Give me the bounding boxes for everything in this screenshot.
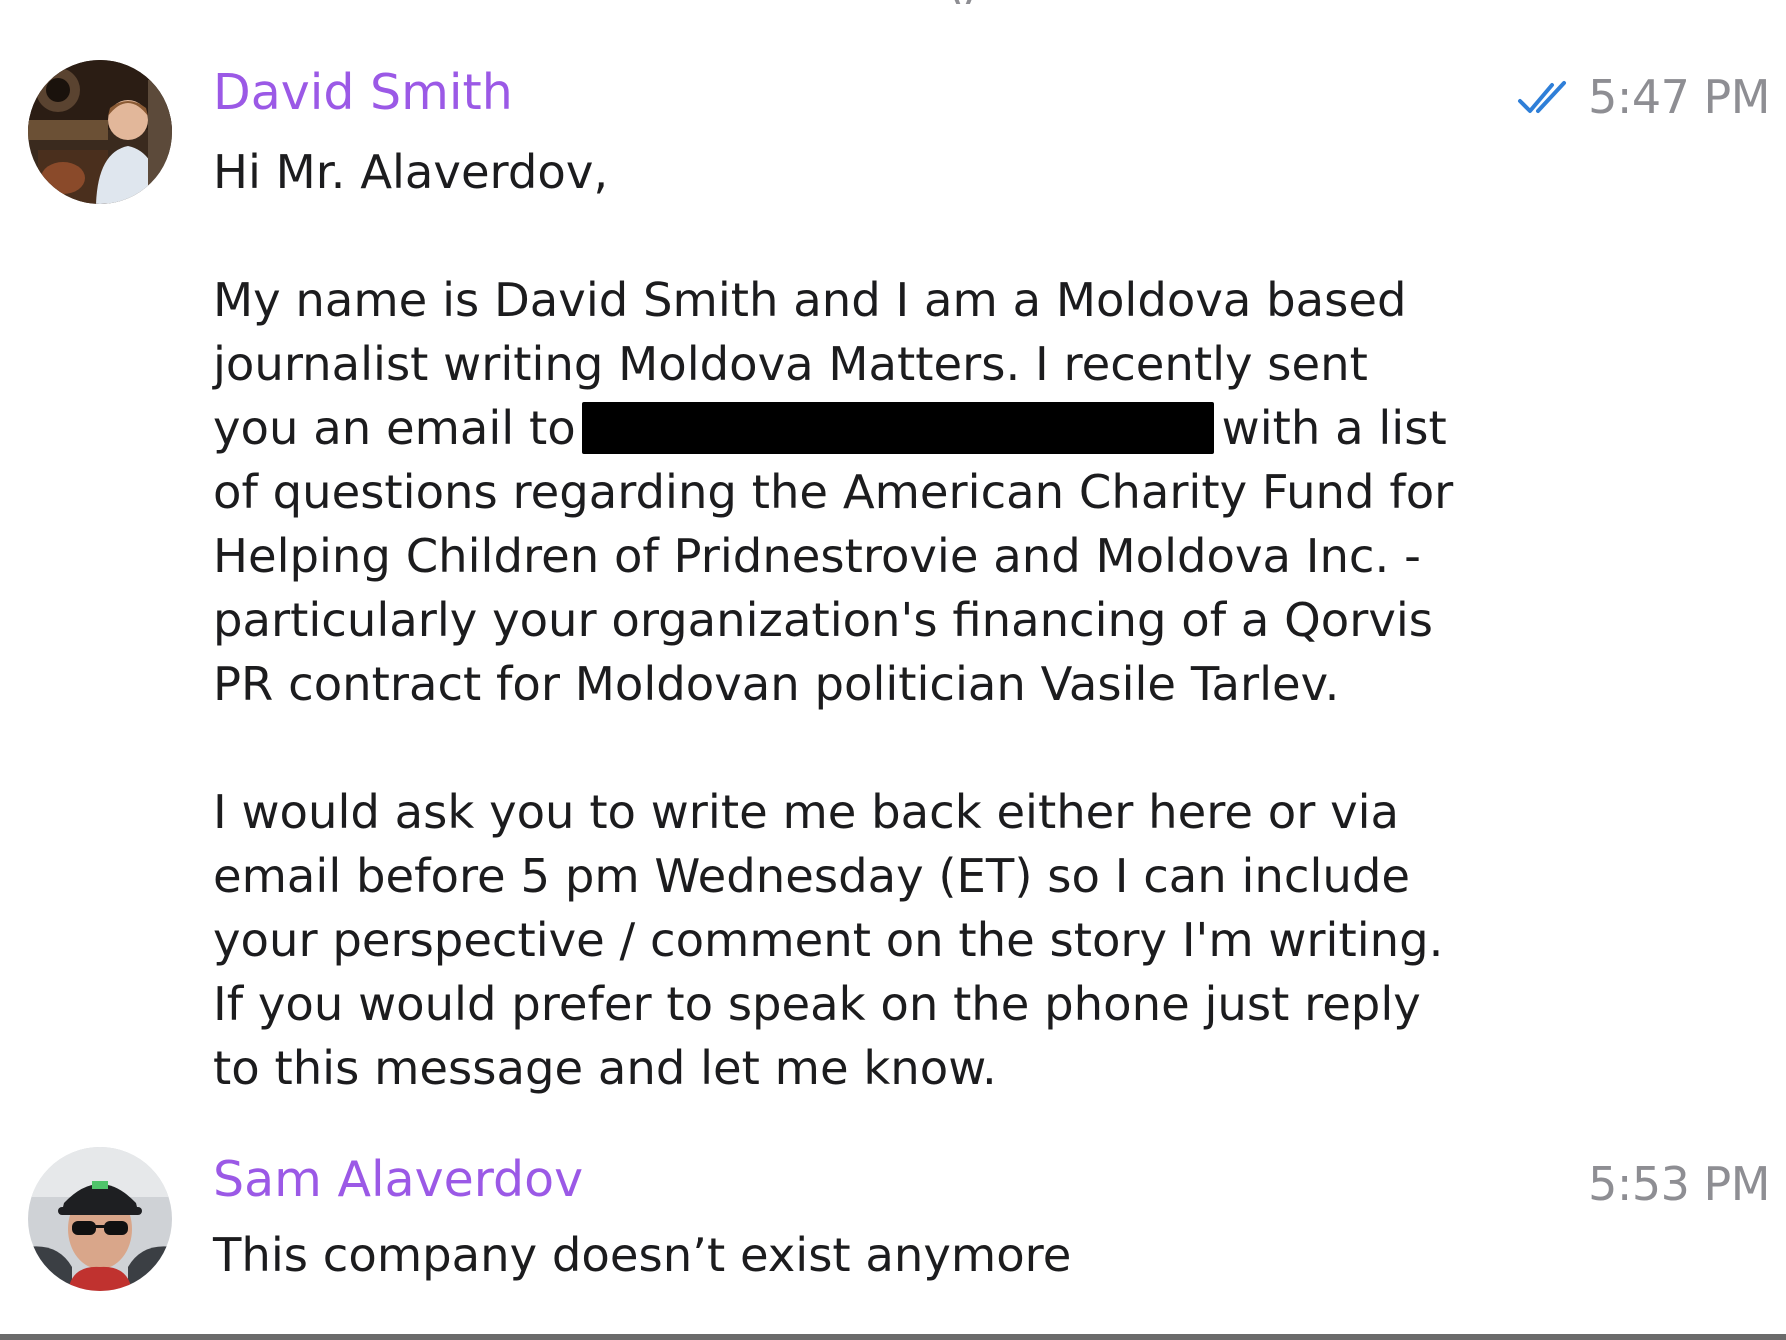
message-line: journalist writing Moldova Matters. I re… <box>213 337 1368 391</box>
avatar-david-smith[interactable] <box>28 60 172 204</box>
double-check-icon <box>1518 81 1567 114</box>
message-line: you an email to with a list <box>213 396 1553 460</box>
avatar-photo-icon <box>28 1147 172 1291</box>
message-line: particularly your organization's financi… <box>213 593 1434 647</box>
redacted-email-block <box>581 402 1214 454</box>
message-line: to this message and let me know. <box>213 1041 997 1095</box>
message-meta: 5:53 PM <box>1588 1159 1770 1210</box>
sender-name[interactable]: Sam Alaverdov <box>213 1153 583 1207</box>
message-meta: 5:47 PM <box>1516 72 1770 123</box>
message-text-fragment: with a list <box>1221 401 1447 455</box>
message-line: your perspective / comment on the story … <box>213 913 1444 967</box>
message-line: If you would prefer to speak on the phon… <box>213 977 1421 1031</box>
message-line: Helping Children of Pridnestrovie and Mo… <box>213 529 1421 583</box>
sender-name[interactable]: David Smith <box>213 66 513 120</box>
message-line: My name is David Smith and I am a Moldov… <box>213 273 1407 327</box>
message-line: email before 5 pm Wednesday (ET) so I ca… <box>213 849 1410 903</box>
message-text: This company doesn’t exist anymore <box>213 1223 1553 1287</box>
avatar-sam-alaverdov[interactable] <box>28 1147 172 1291</box>
message-timestamp: 5:53 PM <box>1588 1157 1770 1211</box>
message-line: of questions regarding the American Char… <box>213 465 1454 519</box>
avatar-photo-icon <box>28 60 172 204</box>
window-bottom-edge <box>0 1334 1786 1340</box>
message-text: Hi Mr. Alaverdov, My name is David Smith… <box>213 140 1553 1100</box>
message-line: This company doesn’t exist anymore <box>213 1228 1072 1282</box>
message-text-fragment: you an email to <box>213 401 576 455</box>
message-greeting: Hi Mr. Alaverdov, <box>213 145 609 199</box>
message-line: PR contract for Moldovan politician Vasi… <box>213 657 1340 711</box>
message-timestamp: 5:47 PM <box>1588 70 1770 124</box>
previous-message-fragment: y <box>950 0 974 4</box>
message-line: I would ask you to write me back either … <box>213 785 1400 839</box>
